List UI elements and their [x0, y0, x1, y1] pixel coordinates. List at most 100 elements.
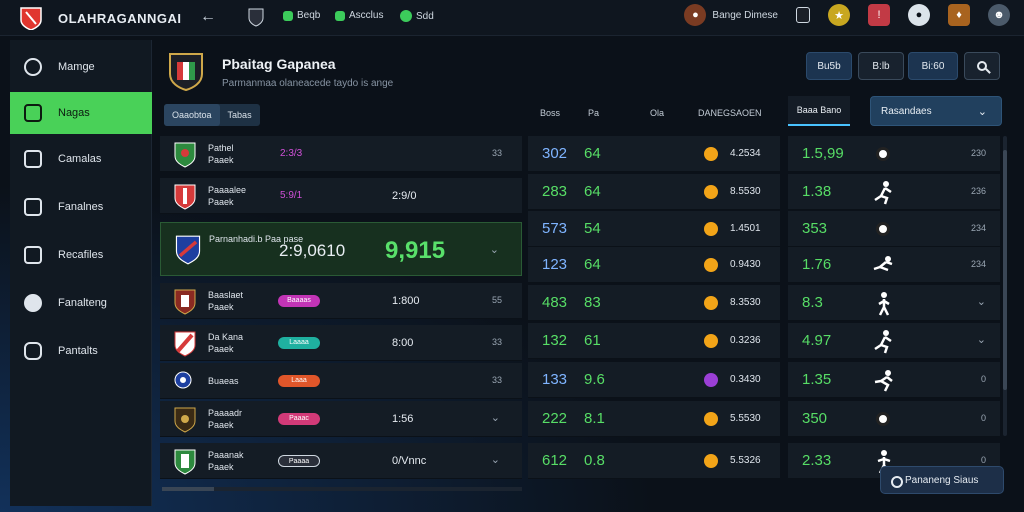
nav-item-ascclus[interactable]: Ascclus	[335, 10, 383, 21]
table-row[interactable]: Paaaadr Paaek Paaac 1:56 ⌄	[160, 401, 522, 437]
prediction-row[interactable]: 1.76 234	[788, 247, 1000, 283]
sidebar-item-recafiles[interactable]: Recafiles	[10, 234, 152, 276]
table-row[interactable]: Paaaalee Paaek 5:9/1 2:9/0	[160, 178, 522, 214]
table-row[interactable]: Da Kana Paaek Laaaa 8:00 33	[160, 325, 522, 361]
user-avatar[interactable]: ●	[684, 4, 707, 26]
odds-value: 54	[584, 220, 601, 237]
table-row[interactable]: Pathel Paaek 2:3/3 33	[160, 136, 522, 172]
prediction-row[interactable]: 4.97 ⌄	[788, 323, 1000, 359]
sidebar-item-fanalteng[interactable]: Fanalteng	[10, 282, 152, 324]
sidebar-item-pantalts[interactable]: Pantalts	[10, 330, 152, 372]
badge-icon[interactable]: ♦	[948, 4, 970, 26]
nav-item-beqb[interactable]: Beqb	[283, 10, 320, 21]
sidebar-item-home[interactable]: Mamge	[10, 46, 152, 88]
coin-icon	[704, 185, 718, 199]
table-row[interactable]: Buaeas Laaa 33	[160, 363, 522, 399]
filter-tab[interactable]: Tabas	[220, 110, 260, 120]
chevron-down-icon[interactable]: ⌄	[977, 295, 986, 308]
horizontal-scrollbar-thumb[interactable]	[162, 487, 214, 491]
account-label[interactable]: Bange Dimese	[712, 10, 778, 21]
prediction-row[interactable]: 350 0	[788, 401, 1000, 437]
odds-value: 0.8	[584, 452, 605, 469]
coin-icon	[704, 222, 718, 236]
chevron-down-icon[interactable]: ⌄	[491, 453, 500, 466]
location-icon[interactable]: ●	[908, 4, 930, 26]
column-header[interactable]: DANEGSAOEN	[698, 108, 762, 118]
jersey-icon[interactable]	[796, 7, 810, 23]
table-row[interactable]: Paaanak Paaek Paaaa 0/Vnnc ⌄	[160, 443, 522, 479]
table-row[interactable]: Baaslaet Paaek Baaaas 1:800 55	[160, 283, 522, 319]
odds-row[interactable]: 222 8.1 5.5530	[528, 401, 780, 437]
column-header[interactable]: Boss	[540, 108, 560, 118]
player-icon	[874, 330, 892, 354]
header-button-3[interactable]: Bi:60	[908, 52, 958, 80]
alert-icon[interactable]: !	[868, 4, 890, 26]
player-icon	[873, 256, 893, 272]
mail-icon	[24, 198, 42, 216]
odds-row[interactable]: 133 9.6 0.3430	[528, 362, 780, 398]
player-icon	[874, 370, 893, 392]
column-header[interactable]: Pa	[588, 108, 599, 118]
team-crest-icon	[174, 184, 196, 210]
sidebar-item-fanalnes[interactable]: Fanalnes	[10, 186, 152, 228]
prediction-row[interactable]: 1.5,99 230	[788, 136, 1000, 172]
horizontal-scrollbar[interactable]	[162, 487, 522, 491]
flag-icon	[335, 10, 345, 21]
odds-value: 133	[542, 371, 568, 388]
filter-tab[interactable]: Oaaobtoa	[164, 104, 220, 126]
odds-row[interactable]: 123 64 0.9430	[528, 247, 780, 283]
top-bar: OLAHRAGANNGAI ← Beqb Ascclus Sdd ● Bange…	[0, 0, 1024, 36]
team-tag-pill: Paaac	[278, 413, 320, 425]
nav-item-sdd[interactable]: Sdd	[400, 10, 434, 22]
club-shield-icon[interactable]	[248, 8, 264, 27]
row-count: 33	[491, 375, 502, 385]
row-value: 8:00	[392, 337, 414, 349]
sidebar-item-label: Nagas	[58, 107, 90, 119]
sidebar-item-camalas[interactable]: Camalas	[10, 138, 152, 180]
coin-icon	[704, 334, 718, 348]
odds-row[interactable]: 612 0.8 5.5326	[528, 443, 780, 479]
prediction-row[interactable]: 8.3 ⌄	[788, 285, 1000, 321]
odds-row[interactable]: 132 61 0.3236	[528, 323, 780, 359]
prediction-count: 234	[970, 223, 986, 233]
header-button-1[interactable]: Bu5b	[806, 52, 852, 80]
tab-best[interactable]: Baaa Bano	[788, 96, 850, 126]
odds-value: 61	[584, 332, 601, 349]
coin-icon	[704, 373, 718, 387]
row-count: 33	[491, 337, 502, 347]
odds-row[interactable]: 573 54 1.4501	[528, 211, 780, 247]
brand-name: OLAHRAGANNGAI	[58, 11, 182, 26]
odds-row[interactable]: 302 64 4.2534	[528, 136, 780, 172]
profile-avatar[interactable]: ☻	[988, 4, 1010, 26]
stake-amount: 8.5530	[730, 186, 761, 197]
chevron-down-icon[interactable]: ⌄	[490, 243, 499, 256]
back-arrow-icon[interactable]: ←	[200, 8, 216, 26]
search-button[interactable]	[964, 52, 1000, 80]
recommend-label: Rasandaes	[881, 105, 932, 117]
filter-tabs: Oaaobtoa Tabas	[164, 104, 260, 126]
vertical-scrollbar-thumb[interactable]	[1003, 150, 1007, 390]
chevron-down-icon[interactable]: ⌄	[491, 411, 500, 424]
prediction-row[interactable]: 353 234	[788, 211, 1000, 247]
recommend-dropdown[interactable]: Rasandaes ⌄	[870, 96, 1002, 126]
search-icon	[977, 61, 987, 71]
team-crest-icon	[175, 235, 201, 265]
header-button-2[interactable]: B:lb	[858, 52, 904, 80]
team-tag-pill: Paaaa	[278, 455, 320, 467]
sidebar-item-nagas[interactable]: Nagas	[10, 92, 152, 134]
stake-amount: 0.9430	[730, 259, 761, 270]
prediction-row[interactable]: 1.35 0	[788, 362, 1000, 398]
status-toast[interactable]: Pananeng Siaus	[880, 466, 1004, 494]
chevron-down-icon[interactable]: ⌄	[977, 333, 986, 346]
team-tag-pill: Laaaa	[278, 337, 320, 349]
trophy-icon[interactable]: ★	[828, 4, 850, 26]
nav-item-label: Sdd	[416, 10, 434, 22]
table-row-highlighted[interactable]: Parnanhadi.b Paa pase 2:9,0610 9,915 ⌄	[160, 222, 522, 276]
brand-logo-icon[interactable]	[18, 6, 44, 30]
sidebar-item-label: Recafiles	[58, 249, 104, 261]
odds-row[interactable]: 283 64 8.5530	[528, 174, 780, 210]
shield-icon	[283, 10, 293, 21]
odds-row[interactable]: 483 83 8.3530	[528, 285, 780, 321]
prediction-row[interactable]: 1.38 236	[788, 174, 1000, 210]
column-header[interactable]: Ola	[650, 108, 664, 118]
